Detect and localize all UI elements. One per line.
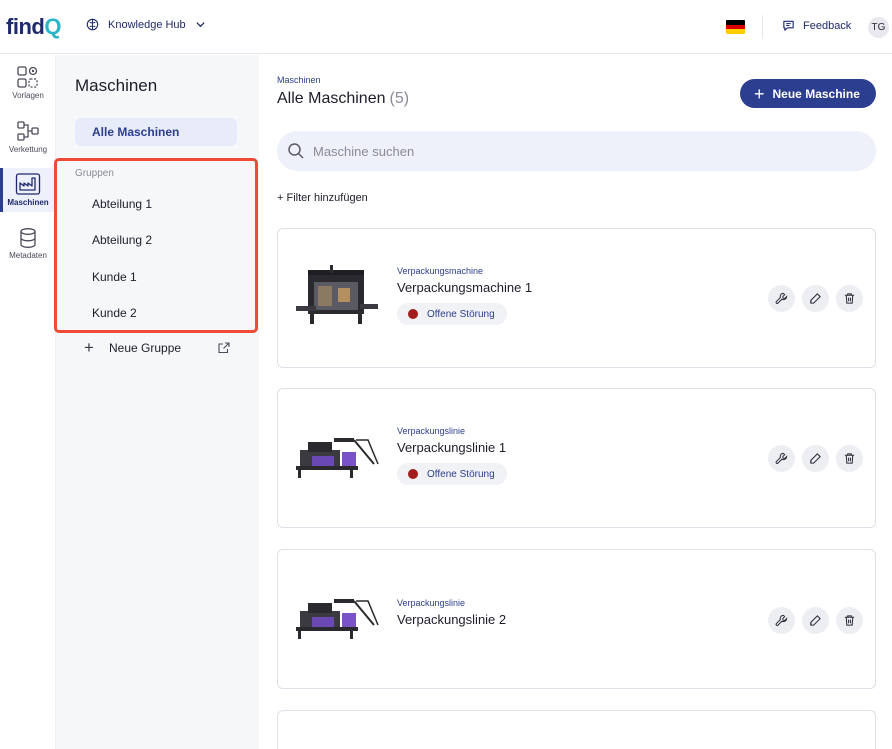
rail-item-metadaten[interactable]: Metadaten bbox=[0, 227, 56, 267]
workspace-name: Knowledge Hub bbox=[108, 18, 186, 31]
rail-item-vorlagen[interactable]: Vorlagen bbox=[0, 65, 56, 105]
groups-section-label: Gruppen bbox=[75, 168, 114, 179]
new-group-label: Neue Gruppe bbox=[109, 341, 182, 355]
delete-button[interactable] bbox=[836, 285, 863, 312]
error-status-dot bbox=[408, 469, 418, 479]
delete-button[interactable] bbox=[836, 445, 863, 472]
top-bar: findQ Knowledge Hub Feedback TG bbox=[0, 0, 892, 54]
packaging-machine-image bbox=[296, 265, 378, 324]
rail-label: Vorlagen bbox=[12, 91, 44, 100]
plus-icon: + bbox=[84, 338, 94, 357]
plus-icon: + bbox=[754, 83, 765, 104]
rail-label: Maschinen bbox=[7, 198, 49, 207]
machine-card[interactable] bbox=[277, 710, 876, 749]
icon-rail: Vorlagen Verkettung Maschinen Metadaten bbox=[0, 55, 56, 749]
all-machines-item[interactable]: Alle Maschinen bbox=[75, 118, 237, 146]
machine-name[interactable]: Verpackungsmachine 1 bbox=[397, 280, 532, 295]
wrench-button[interactable] bbox=[768, 607, 795, 634]
page-title: Alle Maschinen (5) bbox=[277, 90, 410, 107]
chat-icon bbox=[783, 20, 794, 31]
edit-icon bbox=[810, 615, 821, 626]
chain-icon bbox=[17, 121, 39, 141]
rail-label: Metadaten bbox=[9, 251, 47, 260]
app-logo[interactable]: findQ bbox=[6, 14, 61, 40]
brain-icon bbox=[86, 18, 99, 31]
machine-name[interactable]: Verpackungslinie 1 bbox=[397, 440, 506, 455]
group-item[interactable]: Kunde 1 bbox=[92, 270, 137, 284]
search-icon bbox=[288, 143, 304, 159]
group-item[interactable]: Abteilung 1 bbox=[92, 197, 152, 211]
panel-title: Maschinen bbox=[75, 76, 158, 95]
add-filter-button[interactable]: + Filter hinzufügen bbox=[277, 192, 368, 204]
divider bbox=[762, 15, 763, 39]
new-machine-button[interactable]: + Neue Maschine bbox=[740, 79, 876, 108]
machine-type: Verpackungslinie bbox=[397, 598, 466, 608]
wrench-icon bbox=[775, 452, 788, 464]
trash-icon bbox=[844, 615, 855, 626]
machine-card[interactable]: Verpackungsmachine Verpackungsmachine 1 … bbox=[277, 228, 876, 368]
wrench-button[interactable] bbox=[768, 445, 795, 472]
group-item[interactable]: Kunde 2 bbox=[92, 306, 137, 320]
feedback-button[interactable]: Feedback bbox=[782, 19, 851, 32]
groups-panel: Maschinen Alle Maschinen Gruppen Abteilu… bbox=[54, 55, 259, 749]
packaging-line-image bbox=[296, 438, 379, 478]
edit-button[interactable] bbox=[802, 445, 829, 472]
search-bar[interactable] bbox=[277, 131, 876, 171]
trash-icon bbox=[844, 293, 855, 304]
machine-type: Verpackungslinie bbox=[397, 426, 466, 436]
edit-icon bbox=[810, 453, 821, 464]
card-actions bbox=[768, 285, 863, 312]
templates-icon bbox=[17, 66, 38, 88]
status-badge[interactable]: Offene Störung bbox=[397, 303, 507, 325]
machine-card[interactable]: Verpackungslinie Verpackungslinie 1 Offe… bbox=[277, 388, 876, 528]
trash-icon bbox=[844, 453, 855, 464]
factory-icon bbox=[15, 173, 41, 195]
card-actions bbox=[768, 445, 863, 472]
new-group-button[interactable]: + Neue Gruppe bbox=[84, 338, 234, 357]
rail-item-maschinen[interactable]: Maschinen bbox=[0, 168, 56, 212]
error-status-dot bbox=[408, 309, 418, 319]
external-link-icon[interactable] bbox=[218, 342, 230, 354]
status-badge[interactable]: Offene Störung bbox=[397, 463, 507, 485]
status-label: Offene Störung bbox=[427, 308, 495, 320]
edit-button[interactable] bbox=[802, 285, 829, 312]
feedback-label: Feedback bbox=[803, 19, 852, 32]
rail-item-verkettung[interactable]: Verkettung bbox=[0, 119, 56, 159]
status-label: Offene Störung bbox=[427, 468, 495, 480]
wrench-icon bbox=[775, 614, 788, 626]
breadcrumb[interactable]: Maschinen bbox=[277, 75, 321, 85]
group-item[interactable]: Abteilung 2 bbox=[92, 233, 152, 247]
chevron-down-icon bbox=[196, 22, 205, 28]
database-icon bbox=[20, 228, 36, 248]
wrench-button[interactable] bbox=[768, 285, 795, 312]
delete-button[interactable] bbox=[836, 607, 863, 634]
search-input[interactable] bbox=[313, 143, 813, 159]
machine-count: (5) bbox=[389, 90, 410, 107]
avatar[interactable]: TG bbox=[868, 17, 889, 38]
card-actions bbox=[768, 607, 863, 634]
packaging-line-image bbox=[296, 599, 379, 639]
rail-label: Verkettung bbox=[8, 145, 48, 154]
language-flag-icon[interactable] bbox=[726, 20, 745, 34]
wrench-icon bbox=[775, 292, 788, 304]
highlight-frame bbox=[54, 158, 258, 333]
machine-name[interactable]: Verpackungslinie 2 bbox=[397, 612, 506, 627]
workspace-switcher[interactable]: Knowledge Hub bbox=[86, 18, 206, 31]
machine-type: Verpackungsmachine bbox=[397, 266, 484, 276]
new-machine-label: Neue Maschine bbox=[772, 86, 860, 101]
edit-icon bbox=[810, 293, 821, 304]
edit-button[interactable] bbox=[802, 607, 829, 634]
machine-card[interactable]: Verpackungslinie Verpackungslinie 2 bbox=[277, 549, 876, 689]
